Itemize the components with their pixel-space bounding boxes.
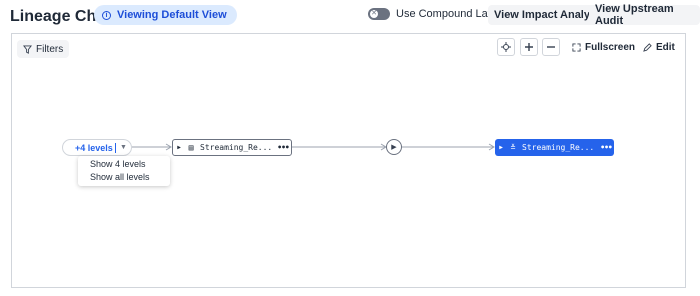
expand-icon	[572, 42, 581, 52]
show-4-levels-option[interactable]: Show 4 levels	[90, 158, 158, 171]
levels-label: +4 levels	[75, 142, 113, 153]
filters-label: Filters	[36, 43, 64, 55]
filters-button[interactable]: Filters	[17, 40, 70, 58]
pencil-icon	[643, 42, 652, 52]
info-icon: i	[102, 10, 111, 20]
crosshair-icon	[501, 42, 511, 52]
minus-icon	[547, 46, 555, 48]
zoom-out-button[interactable]	[542, 38, 560, 56]
expand-arrow-icon[interactable]: ▶	[173, 144, 185, 151]
fullscreen-button[interactable]: Fullscreen	[572, 40, 635, 54]
dataset-icon: ▤	[188, 143, 194, 152]
more-options-icon[interactable]: •••	[598, 143, 614, 152]
edit-label: Edit	[656, 41, 675, 53]
levels-dropdown: Show 4 levels Show all levels	[78, 156, 170, 186]
compound-layout-toggle[interactable]: ✕	[368, 8, 390, 20]
levels-divider	[115, 142, 116, 153]
expand-levels-button[interactable]: +4 levels ▼	[62, 139, 132, 156]
expand-arrow-icon[interactable]: ▶	[495, 144, 507, 151]
view-selector[interactable]: i Viewing Default View	[94, 5, 237, 25]
chevron-down-icon[interactable]: ▼	[120, 144, 127, 151]
merge-node[interactable]: ▶	[386, 139, 402, 155]
lineage-node-upstream[interactable]: ▶ ▤ Streaming_Re... •••	[172, 139, 292, 156]
more-options-icon[interactable]: •••	[275, 143, 291, 152]
filter-icon	[23, 44, 32, 54]
node-name: Streaming_Re...	[522, 143, 595, 152]
stream-icon: ≚	[510, 143, 516, 152]
lineage-node-selected[interactable]: ▶ ≚ Streaming_Re... •••	[495, 139, 614, 156]
recenter-button[interactable]	[497, 38, 515, 56]
view-label: Viewing Default View	[117, 9, 227, 21]
view-upstream-audit-button[interactable]: View Upstream Audit	[589, 3, 700, 27]
plus-icon	[525, 43, 533, 51]
merge-icon: ▶	[391, 144, 397, 151]
show-all-levels-option[interactable]: Show all levels	[90, 171, 158, 184]
edit-button[interactable]: Edit	[643, 40, 675, 54]
node-name: Streaming_Re...	[200, 143, 273, 152]
zoom-in-button[interactable]	[520, 38, 538, 56]
fullscreen-label: Fullscreen	[585, 41, 636, 53]
